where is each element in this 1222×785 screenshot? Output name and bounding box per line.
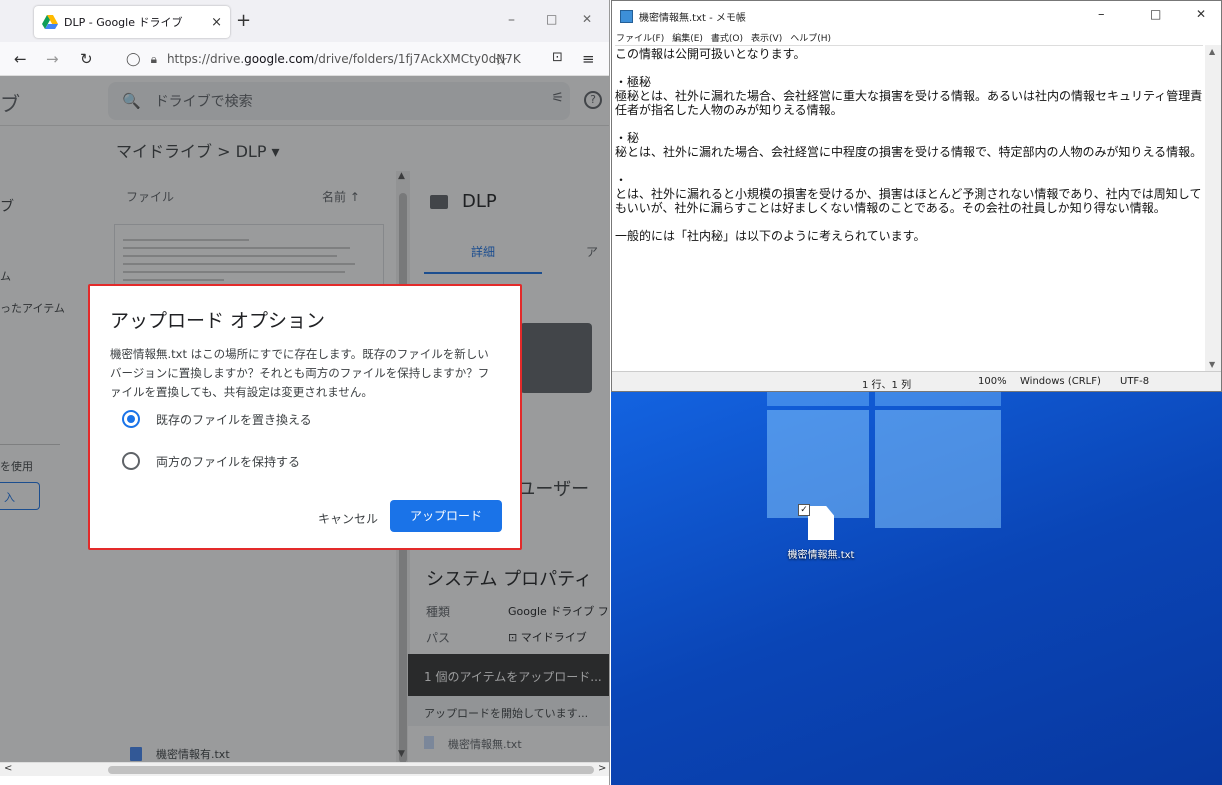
navigation-bar: ← → ↻ ◯ 🔒︎ https://drive. google.com/driv… (0, 42, 609, 76)
bookmark-star-icon[interactable]: ☆ (494, 50, 508, 69)
horizontal-scrollbar[interactable]: < > (0, 762, 609, 776)
scroll-left-icon[interactable]: < (4, 763, 12, 774)
desktop-file-label: 機密情報無.txt (787, 550, 855, 561)
url-host: google.com (244, 52, 315, 66)
notepad-window: 機密情報無.txt - メモ帳 – □ ✕ ファイル(F) 編集(E) 書式(O… (611, 0, 1222, 392)
back-icon[interactable]: ← (14, 50, 27, 68)
option-replace[interactable]: 既存のファイルを置き換える (122, 410, 312, 428)
menu-file[interactable]: ファイル(F) (616, 31, 664, 45)
encoding: UTF-8 (1120, 376, 1150, 387)
url-path: /drive/folders/1fj7AckXMCty0dN7K (314, 52, 521, 66)
radio-checked-icon[interactable] (122, 410, 140, 428)
tab-title: DLP - Google ドライブ (64, 16, 183, 29)
pocket-icon[interactable]: ⊡ (552, 50, 563, 65)
dialog-message: 機密情報無.txt はこの場所にすでに存在します。既存のファイルを新しいバージョ… (110, 347, 490, 399)
upload-options-dialog: アップロード オプション 機密情報無.txt はこの場所にすでに存在します。既存… (88, 284, 522, 550)
notepad-text-area[interactable]: この情報は公開可扱いとなります。 ・極秘 極秘とは、社外に漏れた場合、会社経営に… (615, 45, 1203, 371)
cancel-button[interactable]: キャンセル (314, 502, 382, 535)
line-ending: Windows (CRLF) (1020, 376, 1101, 387)
tab-bar: DLP - Google ドライブ × + – □ ✕ (0, 0, 609, 42)
new-tab-icon[interactable]: + (236, 10, 251, 31)
reload-icon[interactable]: ↻ (80, 50, 93, 68)
radio-unchecked-icon[interactable] (122, 452, 140, 470)
menu-format[interactable]: 書式(O) (711, 31, 743, 45)
lock-icon[interactable]: 🔒︎ (151, 52, 157, 67)
notepad-menu-bar: ファイル(F) 編集(E) 書式(O) 表示(V) ヘルプ(H) (612, 31, 1221, 45)
notepad-title: 機密情報無.txt - メモ帳 (639, 12, 746, 24)
browser-window: DLP - Google ドライブ × + – □ ✕ ← → ↻ ◯ 🔒︎ h… (0, 0, 610, 785)
menu-help[interactable]: ヘルプ(H) (790, 31, 831, 45)
option-keep-both[interactable]: 両方のファイルを保持する (122, 452, 300, 470)
minimize-icon[interactable]: – (1098, 7, 1105, 22)
checkbox-icon[interactable]: ✓ (798, 504, 810, 516)
notepad-status-bar: 1 行、1 列 100% Windows (CRLF) UTF-8 (612, 371, 1221, 391)
cursor-position: 1 行、1 列 (862, 380, 912, 391)
address-bar[interactable]: ◯ 🔒︎ https://drive. google.com/drive/fold… (126, 46, 526, 72)
shield-icon[interactable]: ◯ (126, 52, 141, 67)
option-replace-label: 既存のファイルを置き換える (156, 412, 312, 427)
maximize-icon[interactable]: □ (1150, 7, 1161, 21)
forward-icon[interactable]: → (46, 50, 59, 68)
menu-edit[interactable]: 編集(E) (672, 31, 703, 45)
close-icon[interactable]: ✕ (1196, 7, 1206, 21)
text-file-icon (808, 506, 834, 540)
desktop-file-icon[interactable]: ✓ 機密情報無.txt (781, 504, 861, 561)
google-drive-icon (42, 15, 58, 29)
scroll-right-icon[interactable]: > (598, 763, 606, 774)
close-icon[interactable]: ✕ (582, 12, 592, 26)
h-scrollbar-thumb[interactable] (108, 766, 594, 774)
option-keep-both-label: 両方のファイルを保持する (156, 454, 301, 469)
zoom-level: 100% (978, 376, 1007, 387)
menu-view[interactable]: 表示(V) (751, 31, 782, 45)
dialog-title: アップロード オプション (110, 310, 326, 332)
menu-icon[interactable]: ≡ (582, 50, 595, 68)
notepad-titlebar: 機密情報無.txt - メモ帳 – □ ✕ (612, 1, 1221, 31)
notepad-scrollbar[interactable]: ▲ ▼ (1205, 45, 1221, 371)
tab-close-icon[interactable]: × (211, 15, 222, 30)
url-prefix: https://drive. (166, 52, 245, 66)
scroll-down-icon[interactable]: ▼ (1209, 360, 1215, 369)
upload-button[interactable]: アップロード (390, 500, 502, 532)
browser-tab-dlp[interactable]: DLP - Google ドライブ × (34, 6, 230, 38)
notepad-icon (620, 9, 633, 23)
minimize-icon[interactable]: – (508, 12, 515, 28)
scroll-up-icon[interactable]: ▲ (1209, 47, 1215, 56)
maximize-icon[interactable]: □ (546, 12, 557, 26)
